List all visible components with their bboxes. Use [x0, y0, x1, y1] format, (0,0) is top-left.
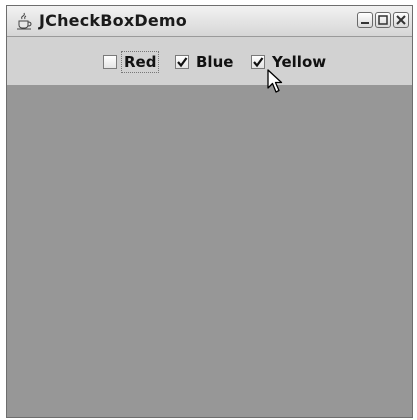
minimize-button[interactable] [357, 12, 373, 28]
content-area [7, 85, 412, 417]
close-button[interactable] [393, 12, 409, 28]
checkbox-box[interactable] [251, 55, 265, 69]
minimize-icon [361, 22, 369, 24]
window-title: JCheckBoxDemo [39, 11, 187, 30]
checkbox-label: Red [120, 51, 160, 73]
checkbox-yellow[interactable]: Yellow [251, 51, 328, 73]
java-cup-icon [15, 12, 33, 30]
checkbox-panel: Red Blue Yellow [7, 37, 412, 85]
checkbox-box[interactable] [175, 55, 189, 69]
app-window: JCheckBoxDemo Red Blue Yellow [6, 5, 413, 418]
checkbox-red[interactable]: Red [103, 51, 160, 73]
checkbox-label: Blue [196, 53, 234, 71]
checkbox-blue[interactable]: Blue [175, 51, 235, 73]
maximize-button[interactable] [375, 12, 391, 28]
title-bar[interactable]: JCheckBoxDemo [7, 6, 412, 37]
checkbox-box[interactable] [103, 55, 117, 69]
close-icon [396, 15, 406, 25]
mouse-pointer-icon [267, 69, 283, 93]
checkmark-icon [253, 57, 264, 68]
maximize-icon [378, 15, 388, 25]
checkmark-icon [177, 57, 188, 68]
